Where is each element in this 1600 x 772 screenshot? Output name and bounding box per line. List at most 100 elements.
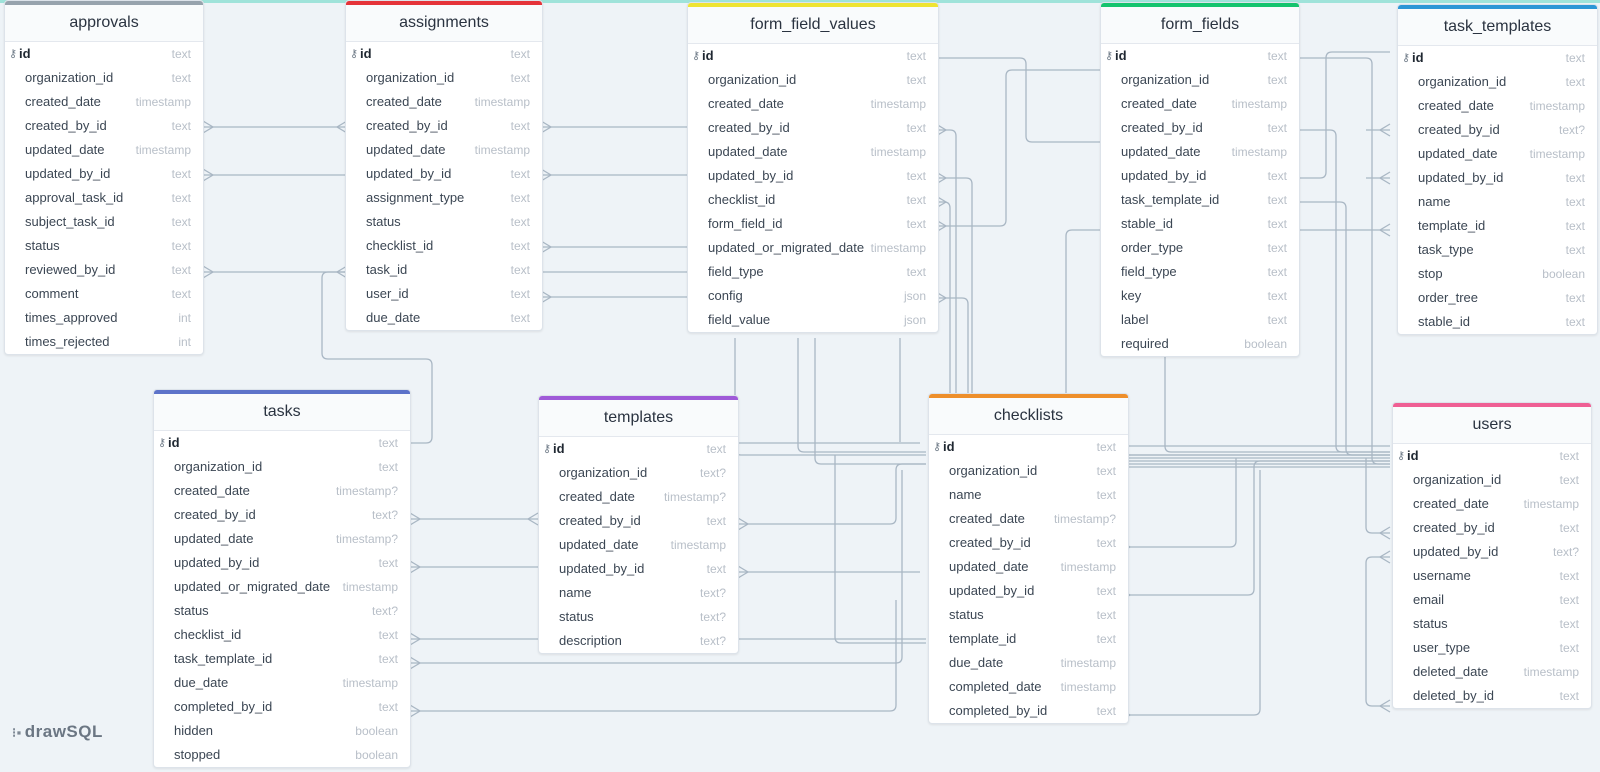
field-row[interactable]: completed_date timestamp bbox=[929, 675, 1128, 699]
field-row[interactable]: ⚷ id text bbox=[346, 42, 542, 66]
field-row[interactable]: organization_id text? bbox=[539, 461, 738, 485]
field-row[interactable]: task_template_id text bbox=[154, 647, 410, 671]
field-row[interactable]: updated_date timestamp? bbox=[154, 527, 410, 551]
field-row[interactable]: created_by_id text? bbox=[154, 503, 410, 527]
field-row[interactable]: hidden boolean bbox=[154, 719, 410, 743]
field-row[interactable]: email text bbox=[1393, 588, 1591, 612]
table-approvals[interactable]: approvals ⚷ id text organization_id text crea… bbox=[4, 0, 204, 355]
field-row[interactable]: stable_id text bbox=[1101, 212, 1299, 236]
field-row[interactable]: checklist_id text bbox=[346, 234, 542, 258]
field-row[interactable]: created_by_id text bbox=[1101, 116, 1299, 140]
field-row[interactable]: organization_id text bbox=[1101, 68, 1299, 92]
field-row[interactable]: updated_or_migrated_date timestamp bbox=[688, 236, 938, 260]
field-row[interactable]: created_date timestamp bbox=[1101, 92, 1299, 116]
field-row[interactable]: updated_date timestamp bbox=[688, 140, 938, 164]
field-row[interactable]: updated_by_id text bbox=[5, 162, 203, 186]
table-title[interactable]: assignments bbox=[346, 5, 542, 42]
field-row[interactable]: updated_by_id text bbox=[929, 579, 1128, 603]
table-title[interactable]: form_fields bbox=[1101, 7, 1299, 44]
field-row[interactable]: created_by_id text bbox=[346, 114, 542, 138]
field-row[interactable]: form_field_id text bbox=[688, 212, 938, 236]
field-row[interactable]: organization_id text bbox=[929, 459, 1128, 483]
field-row[interactable]: config json bbox=[688, 284, 938, 308]
field-row[interactable]: ⚷ id text bbox=[1393, 444, 1591, 468]
table-templates[interactable]: templates ⚷ id text organization_id text? cre… bbox=[538, 395, 739, 654]
field-row[interactable]: organization_id text bbox=[346, 66, 542, 90]
field-row[interactable]: user_type text bbox=[1393, 636, 1591, 660]
table-assignments[interactable]: assignments ⚷ id text organization_id text cr… bbox=[345, 0, 543, 331]
table-title[interactable]: templates bbox=[539, 400, 738, 437]
field-row[interactable]: organization_id text bbox=[154, 455, 410, 479]
field-row[interactable]: status text bbox=[929, 603, 1128, 627]
field-row[interactable]: updated_by_id text? bbox=[1393, 540, 1591, 564]
field-row[interactable]: field_type text bbox=[1101, 260, 1299, 284]
field-row[interactable]: name text bbox=[1398, 190, 1597, 214]
table-checklists[interactable]: checklists ⚷ id text organization_id text nam… bbox=[928, 393, 1129, 724]
field-row[interactable]: times_rejected int bbox=[5, 330, 203, 354]
field-row[interactable]: created_by_id text bbox=[5, 114, 203, 138]
field-row[interactable]: updated_by_id text bbox=[688, 164, 938, 188]
field-row[interactable]: created_date timestamp bbox=[1393, 492, 1591, 516]
field-row[interactable]: created_date timestamp? bbox=[929, 507, 1128, 531]
table-title[interactable]: form_field_values bbox=[688, 7, 938, 44]
field-row[interactable]: template_id text bbox=[1398, 214, 1597, 238]
field-row[interactable]: created_date timestamp bbox=[5, 90, 203, 114]
field-row[interactable]: description text? bbox=[539, 629, 738, 653]
field-row[interactable]: deleted_by_id text bbox=[1393, 684, 1591, 708]
table-title[interactable]: users bbox=[1393, 407, 1591, 444]
table-task-templates[interactable]: task_templates ⚷ id text organization_id tex… bbox=[1397, 4, 1598, 335]
field-row[interactable]: updated_by_id text bbox=[1101, 164, 1299, 188]
field-row[interactable]: created_by_id text? bbox=[1398, 118, 1597, 142]
table-form-field-values[interactable]: form_field_values ⚷ id text organization_id… bbox=[687, 2, 939, 333]
field-row[interactable]: task_id text bbox=[346, 258, 542, 282]
field-row[interactable]: ⚷ id text bbox=[539, 437, 738, 461]
field-row[interactable]: comment text bbox=[5, 282, 203, 306]
field-row[interactable]: stable_id text bbox=[1398, 310, 1597, 334]
field-row[interactable]: approval_task_id text bbox=[5, 186, 203, 210]
field-row[interactable]: key text bbox=[1101, 284, 1299, 308]
field-row[interactable]: created_date timestamp bbox=[1398, 94, 1597, 118]
field-row[interactable]: updated_date timestamp bbox=[539, 533, 738, 557]
field-row[interactable]: ⚷ id text bbox=[1101, 44, 1299, 68]
field-row[interactable]: status text bbox=[5, 234, 203, 258]
field-row[interactable]: required boolean bbox=[1101, 332, 1299, 356]
field-row[interactable]: updated_date timestamp bbox=[346, 138, 542, 162]
field-row[interactable]: created_by_id text bbox=[688, 116, 938, 140]
field-row[interactable]: stopped boolean bbox=[154, 743, 410, 767]
field-row[interactable]: subject_task_id text bbox=[5, 210, 203, 234]
field-row[interactable]: created_date timestamp bbox=[346, 90, 542, 114]
field-row[interactable]: checklist_id text bbox=[154, 623, 410, 647]
field-row[interactable]: username text bbox=[1393, 564, 1591, 588]
field-row[interactable]: organization_id text bbox=[1398, 70, 1597, 94]
field-row[interactable]: updated_by_id text bbox=[346, 162, 542, 186]
field-row[interactable]: created_by_id text bbox=[539, 509, 738, 533]
field-row[interactable]: due_date timestamp bbox=[929, 651, 1128, 675]
field-row[interactable]: user_id text bbox=[346, 282, 542, 306]
field-row[interactable]: assignment_type text bbox=[346, 186, 542, 210]
field-row[interactable]: field_type text bbox=[688, 260, 938, 284]
table-title[interactable]: tasks bbox=[154, 394, 410, 431]
field-row[interactable]: deleted_date timestamp bbox=[1393, 660, 1591, 684]
table-users[interactable]: users ⚷ id text organization_id text created_… bbox=[1392, 402, 1592, 709]
field-row[interactable]: updated_date timestamp bbox=[5, 138, 203, 162]
field-row[interactable]: field_value json bbox=[688, 308, 938, 332]
field-row[interactable]: updated_date timestamp bbox=[1398, 142, 1597, 166]
field-row[interactable]: ⚷ id text bbox=[154, 431, 410, 455]
table-title[interactable]: approvals bbox=[5, 5, 203, 42]
field-row[interactable]: template_id text bbox=[929, 627, 1128, 651]
table-form-fields[interactable]: form_fields ⚷ id text organization_id text cr… bbox=[1100, 2, 1300, 357]
field-row[interactable]: updated_by_id text bbox=[1398, 166, 1597, 190]
field-row[interactable]: ⚷ id text bbox=[5, 42, 203, 66]
field-row[interactable]: created_date timestamp bbox=[688, 92, 938, 116]
field-row[interactable]: updated_by_id text bbox=[539, 557, 738, 581]
field-row[interactable]: times_approved int bbox=[5, 306, 203, 330]
field-row[interactable]: created_date timestamp? bbox=[539, 485, 738, 509]
field-row[interactable]: reviewed_by_id text bbox=[5, 258, 203, 282]
field-row[interactable]: organization_id text bbox=[688, 68, 938, 92]
field-row[interactable]: name text bbox=[929, 483, 1128, 507]
field-row[interactable]: ⚷ id text bbox=[1398, 46, 1597, 70]
field-row[interactable]: completed_by_id text bbox=[154, 695, 410, 719]
field-row[interactable]: order_type text bbox=[1101, 236, 1299, 260]
field-row[interactable]: task_template_id text bbox=[1101, 188, 1299, 212]
field-row[interactable]: stop boolean bbox=[1398, 262, 1597, 286]
